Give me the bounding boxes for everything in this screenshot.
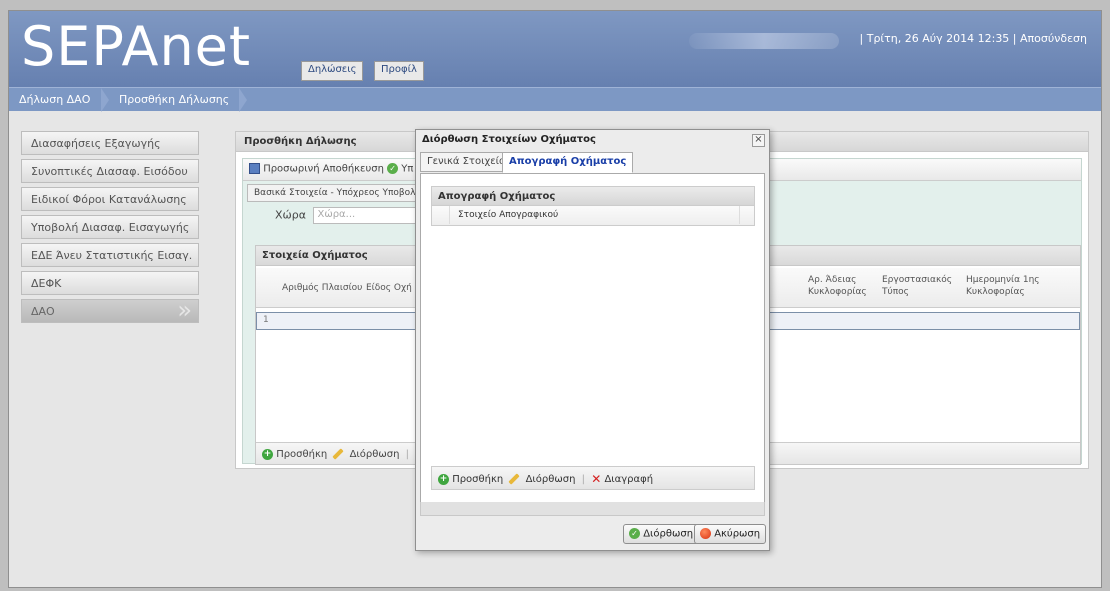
breadcrumb-separator-icon xyxy=(101,88,109,112)
breadcrumb-item-add[interactable]: Προσθήκη Δήλωσης xyxy=(119,93,229,106)
dialog-title: Διόρθωση Στοιχείων Οχήματος xyxy=(422,134,596,145)
edit-vehicle-dialog: Διόρθωση Στοιχείων Οχήματος × Γενικά Στο… xyxy=(415,129,770,551)
pencil-icon xyxy=(508,473,521,485)
dialog-status-strip xyxy=(420,502,765,516)
header-bar: SEPAnet Δηλώσεις Προφίλ | Τρίτη, 26 Αύγ … xyxy=(9,11,1101,87)
submit-button[interactable]: Υπ xyxy=(401,164,413,175)
sidebar-item-dao[interactable]: ΔΑΟ xyxy=(21,296,199,324)
tab-vehicle-inventory[interactable]: Απογραφή Οχήματος xyxy=(502,152,634,173)
add-icon: + xyxy=(438,473,449,485)
tab-profile[interactable]: Προφίλ xyxy=(374,61,424,81)
cancel-button-label: Ακύρωση xyxy=(714,528,761,540)
check-icon: ✓ xyxy=(387,163,399,174)
breadcrumb: Δήλωση ΔΑΟ Προσθήκη Δήλωσης xyxy=(9,87,1101,112)
inventory-grid-title: Απογραφή Οχήματος xyxy=(431,186,755,206)
edit-button[interactable]: Διόρθωση xyxy=(350,449,400,460)
col-inventory-item[interactable]: Στοιχείο Απογραφικού xyxy=(458,210,558,220)
row-number: 1 xyxy=(263,315,269,325)
col-factory-type[interactable]: Εργοστασιακός Τύπος xyxy=(882,274,952,298)
temp-save-button[interactable]: Προσωρινή Αποθήκευση xyxy=(263,164,384,175)
country-row: Χώρα Χώρα... xyxy=(275,205,434,224)
inventory-grid-header: Στοιχείο Απογραφικού xyxy=(431,206,755,226)
divider: | xyxy=(405,449,409,460)
app-window: SEPAnet Δηλώσεις Προφίλ | Τρίτη, 26 Αύγ … xyxy=(8,10,1102,588)
breadcrumb-separator-icon xyxy=(239,88,247,112)
sidebar-item-entry-summary[interactable]: Συνοπτικές Διασαφ. Εισόδου xyxy=(21,159,199,183)
col-license[interactable]: Αρ. Άδειας Κυκλοφορίας xyxy=(808,274,867,298)
sidebar-item-import[interactable]: Υποβολή Διασαφ. Εισαγωγής xyxy=(21,215,199,239)
add-button[interactable]: Προσθήκη xyxy=(276,449,327,460)
row-number-column xyxy=(432,206,450,224)
close-icon[interactable]: × xyxy=(752,134,765,147)
pencil-icon xyxy=(332,448,345,460)
check-icon: ✓ xyxy=(629,528,640,539)
header-right: | Τρίτη, 26 Αύγ 2014 12:35 | Αποσύνδεση xyxy=(860,32,1087,45)
header-datetime: | Τρίτη, 26 Αύγ 2014 12:35 | xyxy=(859,32,1017,45)
tab-general-info[interactable]: Γενικά Στοιχεία xyxy=(420,152,513,172)
country-label: Χώρα xyxy=(275,208,306,222)
sidebar-item-ede[interactable]: ΕΔΕ Άνευ Στατιστικής Εισαγ. xyxy=(21,243,199,267)
inventory-grid-footer: + Προσθήκη Διόρθωση | ✕ Διαγραφή xyxy=(431,466,755,490)
inventory-edit-button[interactable]: Διόρθωση xyxy=(526,474,576,485)
tab-basic-info[interactable]: Βασικά Στοιχεία - Υπόχρεος Υποβολή xyxy=(247,184,429,202)
divider: | xyxy=(581,474,585,485)
save-button-label: Διόρθωση xyxy=(643,528,694,540)
column-divider xyxy=(739,206,740,224)
delete-icon: ✕ xyxy=(591,472,602,486)
sidebar-item-defk[interactable]: ΔΕΦΚ xyxy=(21,271,199,295)
app-logo: SEPAnet xyxy=(21,15,252,78)
add-icon: + xyxy=(262,448,273,460)
dialog-body: Απογραφή Οχήματος Στοιχείο Απογραφικού +… xyxy=(420,173,765,503)
save-button[interactable]: ✓ Διόρθωση xyxy=(623,524,700,544)
sidebar-item-export[interactable]: Διασαφήσεις Εξαγωγής xyxy=(21,131,199,155)
sidebar-menu: Διασαφήσεις Εξαγωγής Συνοπτικές Διασαφ. … xyxy=(21,131,199,327)
inventory-add-button[interactable]: Προσθήκη xyxy=(452,474,503,485)
cancel-icon xyxy=(700,528,711,539)
inventory-delete-button[interactable]: Διαγραφή xyxy=(604,474,653,485)
logout-link[interactable]: Αποσύνδεση xyxy=(1020,32,1087,45)
blurred-username xyxy=(689,33,839,49)
cancel-button[interactable]: Ακύρωση xyxy=(694,524,767,544)
tab-declarations[interactable]: Δηλώσεις xyxy=(301,61,364,81)
col-first-reg-date[interactable]: Ημερομηνία 1ης Κυκλοφορίας xyxy=(966,274,1062,298)
col-chassis[interactable]: Αριθμός Πλαισίου xyxy=(282,282,362,294)
save-icon xyxy=(249,163,260,174)
col-type[interactable]: Είδος Οχή xyxy=(366,282,412,294)
breadcrumb-item-dao[interactable]: Δήλωση ΔΑΟ xyxy=(19,93,90,106)
sidebar-item-excise[interactable]: Ειδικοί Φόροι Κατανάλωσης xyxy=(21,187,199,211)
